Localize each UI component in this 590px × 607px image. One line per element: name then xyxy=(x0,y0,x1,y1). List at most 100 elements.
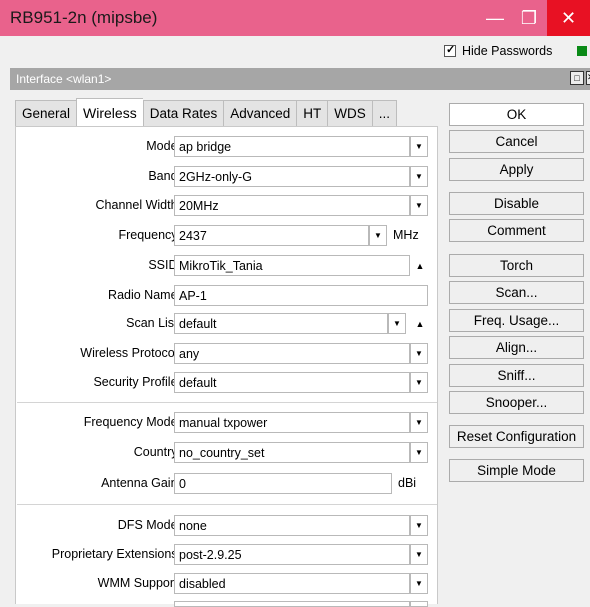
security-profile-label: Security Profile: xyxy=(93,375,181,389)
wmm-support-select[interactable]: disabled xyxy=(174,573,410,594)
frequency-mode-label: Frequency Mode: xyxy=(83,415,181,429)
scan-list-label: Scan List: xyxy=(126,316,181,330)
tab-data-rates[interactable]: Data Rates xyxy=(142,100,224,126)
tab-wds[interactable]: WDS xyxy=(327,100,372,126)
frequency-unit: MHz xyxy=(393,228,419,242)
proprietary-extensions-label: Proprietary Extensions: xyxy=(51,547,181,561)
tab-wireless[interactable]: Wireless xyxy=(76,98,143,126)
channel-width-dropdown-button[interactable]: ▼ xyxy=(410,195,428,216)
country-select[interactable]: no_country_set xyxy=(174,442,410,463)
dfs-mode-dropdown-button[interactable]: ▼ xyxy=(410,515,428,536)
hidden-field-partial[interactable] xyxy=(174,601,410,607)
chevron-down-icon: ▼ xyxy=(415,201,423,210)
frequency-select[interactable]: 2437 xyxy=(174,225,369,246)
dfs-mode-label: DFS Mode: xyxy=(117,518,181,532)
tab-more[interactable]: ... xyxy=(371,100,398,126)
chevron-up-icon: ▲ xyxy=(415,260,425,271)
sniff-button[interactable]: Sniff... xyxy=(449,364,584,387)
wireless-protocol-dropdown-button[interactable]: ▼ xyxy=(410,343,428,364)
wmm-support-dropdown-button[interactable]: ▼ xyxy=(410,573,428,594)
maximize-icon: ❐ xyxy=(520,7,538,28)
chevron-down-icon: ▼ xyxy=(415,142,423,151)
antenna-gain-unit: dBi xyxy=(398,476,417,490)
frequency-mode-dropdown-button[interactable]: ▼ xyxy=(410,412,428,433)
scan-list-dropdown-button[interactable]: ▼ xyxy=(388,313,406,334)
chevron-down-icon: ▼ xyxy=(415,448,423,457)
wireless-settings-panel: Mode: ap bridge ▼ Band: 2GHz-only-G ▼ Ch… xyxy=(15,126,438,607)
wmm-support-label: WMM Support: xyxy=(97,576,181,590)
wireless-protocol-select[interactable]: any xyxy=(174,343,410,364)
checkbox-checked-icon xyxy=(444,43,456,57)
mode-dropdown-button[interactable]: ▼ xyxy=(410,136,428,157)
chevron-down-icon: ▼ xyxy=(415,550,423,559)
minimize-icon: — xyxy=(486,7,504,28)
frequency-label: Frequency: xyxy=(118,228,181,242)
antenna-gain-label: Antenna Gain: xyxy=(101,476,181,490)
chevron-down-icon: ▼ xyxy=(415,521,423,530)
antenna-gain-input[interactable]: 0 xyxy=(174,473,392,494)
channel-width-label: Channel Width: xyxy=(95,198,181,212)
chevron-down-icon: ▼ xyxy=(374,231,382,240)
cancel-button[interactable]: Cancel xyxy=(449,130,584,153)
tab-bar: General Wireless Data Rates Advanced HT … xyxy=(15,98,398,126)
dfs-mode-select[interactable]: none xyxy=(174,515,410,536)
proprietary-extensions-select[interactable]: post-2.9.25 xyxy=(174,544,410,565)
hidden-field-dropdown-button[interactable] xyxy=(410,601,428,607)
snooper-button[interactable]: Snooper... xyxy=(449,391,584,414)
restore-window-button[interactable]: □ xyxy=(570,71,584,85)
dialog-title: Interface <wlan1> xyxy=(16,72,112,86)
chevron-down-icon: ▼ xyxy=(415,172,423,181)
mode-select[interactable]: ap bridge xyxy=(174,136,410,157)
close-dialog-button[interactable]: ✕ xyxy=(586,71,590,85)
restore-icon: □ xyxy=(574,73,580,83)
apply-button[interactable]: Apply xyxy=(449,158,584,181)
disable-button[interactable]: Disable xyxy=(449,192,584,215)
chevron-down-icon: ▼ xyxy=(415,378,423,387)
section-divider xyxy=(17,504,437,505)
window-titlebar: RB951-2n (mipsbe) — ❐ ✕ xyxy=(0,0,590,36)
radio-name-label: Radio Name: xyxy=(108,288,181,302)
chevron-down-icon: ▼ xyxy=(415,349,423,358)
torch-button[interactable]: Torch xyxy=(449,254,584,277)
simple-mode-button[interactable]: Simple Mode xyxy=(449,459,584,482)
window-title: RB951-2n (mipsbe) xyxy=(10,8,158,27)
security-profile-dropdown-button[interactable]: ▼ xyxy=(410,372,428,393)
chevron-down-icon: ▼ xyxy=(415,579,423,588)
hide-passwords-checkbox[interactable]: Hide Passwords xyxy=(444,43,553,58)
tab-ht[interactable]: HT xyxy=(296,100,328,126)
proprietary-extensions-dropdown-button[interactable]: ▼ xyxy=(410,544,428,565)
section-divider xyxy=(17,402,437,403)
scan-list-select[interactable]: default xyxy=(174,313,388,334)
chevron-down-icon: ▼ xyxy=(393,319,401,328)
close-icon: ✕ xyxy=(560,7,577,28)
minimize-button[interactable]: — xyxy=(478,0,512,36)
channel-width-select[interactable]: 20MHz xyxy=(174,195,410,216)
country-dropdown-button[interactable]: ▼ xyxy=(410,442,428,463)
comment-button[interactable]: Comment xyxy=(449,219,584,242)
close-button[interactable]: ✕ xyxy=(547,0,590,36)
align-button[interactable]: Align... xyxy=(449,336,584,359)
chevron-up-icon: ▲ xyxy=(415,318,425,329)
scan-button[interactable]: Scan... xyxy=(449,281,584,304)
reset-configuration-button[interactable]: Reset Configuration xyxy=(449,425,584,448)
maximize-button[interactable]: ❐ xyxy=(512,0,546,36)
band-select[interactable]: 2GHz-only-G xyxy=(174,166,410,187)
security-profile-select[interactable]: default xyxy=(174,372,410,393)
band-dropdown-button[interactable]: ▼ xyxy=(410,166,428,187)
frequency-dropdown-button[interactable]: ▼ xyxy=(369,225,387,246)
ssid-input[interactable]: MikroTik_Tania xyxy=(174,255,410,276)
hide-passwords-label: Hide Passwords xyxy=(462,44,553,58)
ok-button[interactable]: OK xyxy=(449,103,584,126)
dialog-header: Interface <wlan1> □ ✕ xyxy=(10,68,590,90)
chevron-down-icon: ▼ xyxy=(415,418,423,427)
frequency-mode-select[interactable]: manual txpower xyxy=(174,412,410,433)
radio-name-input[interactable]: AP-1 xyxy=(174,285,428,306)
tab-general[interactable]: General xyxy=(15,100,77,126)
status-indicator-icon xyxy=(577,46,587,56)
toolbar: Hide Passwords xyxy=(0,36,590,66)
ssid-collapse-button[interactable]: ▲ xyxy=(414,255,426,276)
freq-usage-button[interactable]: Freq. Usage... xyxy=(449,309,584,332)
wireless-protocol-label: Wireless Protocol: xyxy=(80,346,181,360)
scan-list-collapse-button[interactable]: ▲ xyxy=(414,313,426,334)
tab-advanced[interactable]: Advanced xyxy=(223,100,297,126)
